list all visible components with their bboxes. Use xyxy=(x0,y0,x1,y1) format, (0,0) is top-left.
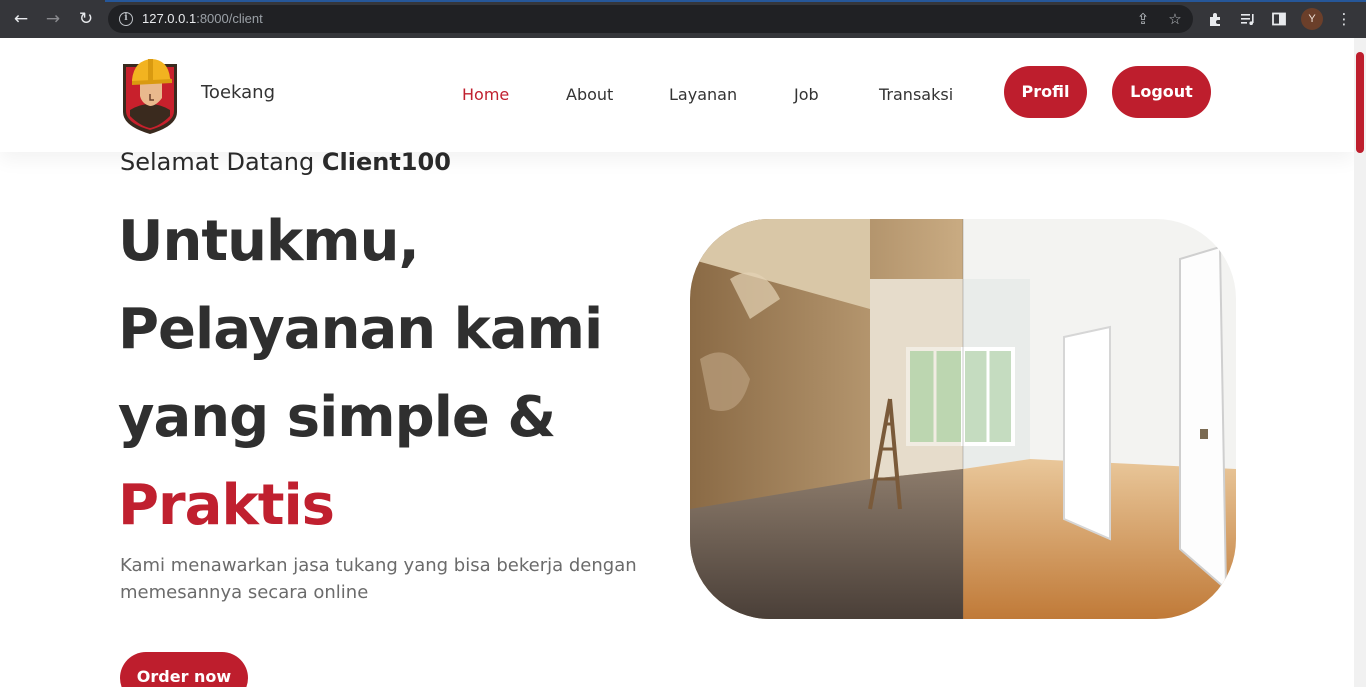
scrollbar-thumb[interactable] xyxy=(1356,52,1364,153)
toekang-logo[interactable] xyxy=(120,54,180,134)
nav-link-job[interactable]: Job xyxy=(794,85,819,104)
logout-button[interactable]: Logout xyxy=(1112,66,1211,118)
share-icon[interactable]: ⇪ xyxy=(1134,10,1152,28)
nav-link-about[interactable]: About xyxy=(566,85,613,104)
menu-icon[interactable]: ⋮ xyxy=(1333,8,1355,30)
headline-line: Pelayanan kami xyxy=(118,297,603,362)
welcome-prefix: Selamat Datang xyxy=(120,148,315,176)
order-now-button[interactable]: Order now xyxy=(120,652,248,687)
hero-description: Kami menawarkan jasa tukang yang bisa be… xyxy=(120,555,637,603)
headline-accent: Praktis xyxy=(118,473,335,538)
info-icon[interactable]: i xyxy=(119,12,133,26)
tab-accent-line xyxy=(105,0,1366,2)
renovation-before-after-image xyxy=(690,219,1236,619)
side-panel-icon[interactable] xyxy=(1268,8,1290,30)
browser-toolbar: ← → ↻ i 127.0.0.1:8000/client ⇪ ☆ Y ⋮ xyxy=(0,0,1366,38)
back-icon[interactable]: ← xyxy=(10,8,32,30)
profile-button[interactable]: Profil xyxy=(1004,66,1087,118)
page: Toekang Home About Layanan Job Transaksi… xyxy=(0,38,1366,687)
scrollbar[interactable] xyxy=(1354,38,1366,687)
nav-link-transaksi[interactable]: Transaksi xyxy=(879,85,953,104)
nav-link-layanan[interactable]: Layanan xyxy=(669,85,737,104)
nav-link-home[interactable]: Home xyxy=(462,85,509,104)
bookmark-star-icon[interactable]: ☆ xyxy=(1166,10,1184,28)
address-bar[interactable]: i 127.0.0.1:8000/client ⇪ ☆ xyxy=(108,5,1193,33)
headline-line: Untukmu, xyxy=(118,209,420,274)
forward-icon[interactable]: → xyxy=(42,8,64,30)
headline-line: yang simple & xyxy=(118,385,556,450)
brand-name[interactable]: Toekang xyxy=(201,82,275,103)
reload-icon[interactable]: ↻ xyxy=(75,8,97,30)
url-text[interactable]: 127.0.0.1:8000/client xyxy=(142,11,263,26)
extensions-icon[interactable] xyxy=(1205,8,1227,30)
profile-avatar[interactable]: Y xyxy=(1301,8,1323,30)
username: Client100 xyxy=(321,148,451,176)
welcome-text: Selamat Datang Client100 xyxy=(120,148,451,176)
hero-headline: Untukmu, Pelayanan kami yang simple & Pr… xyxy=(118,198,678,550)
media-icon[interactable] xyxy=(1237,8,1259,30)
site-navbar: Toekang Home About Layanan Job Transaksi… xyxy=(0,38,1354,152)
